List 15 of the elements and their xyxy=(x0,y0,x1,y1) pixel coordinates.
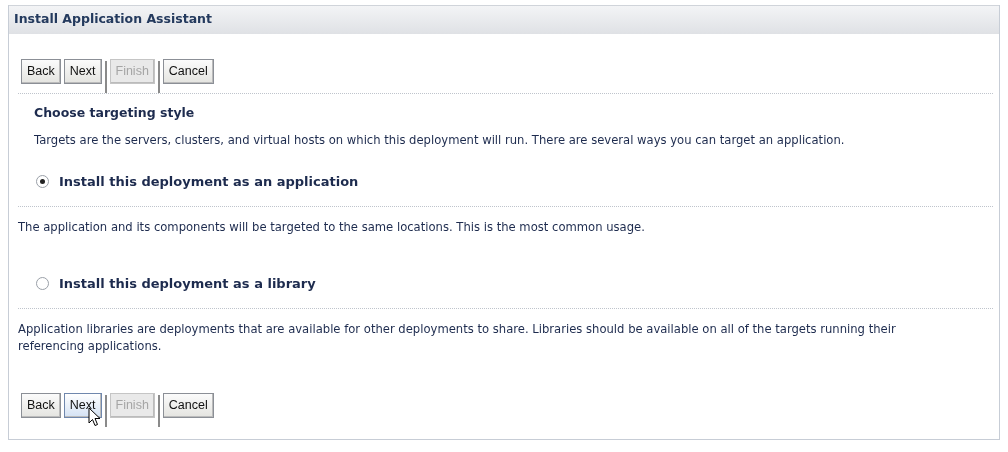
wizard-button[interactable]: Back xyxy=(21,58,61,84)
section-heading: Choose targeting style xyxy=(34,105,196,120)
radio-button[interactable] xyxy=(36,277,49,290)
option-description: The application and its components will be targeted to the same locations. This is the most common usage. xyxy=(18,219,646,236)
radio-button[interactable] xyxy=(36,175,49,188)
wizard-button[interactable]: Cancel xyxy=(162,392,214,418)
wizard-button[interactable]: Cancel xyxy=(162,58,214,84)
option-label[interactable]: Install this deployment as a library xyxy=(59,276,316,291)
wizard-button[interactable]: Back xyxy=(21,392,61,418)
wizard-button[interactable]: Next xyxy=(63,58,102,84)
panel-title: Install Application Assistant xyxy=(9,5,999,34)
wizard-button[interactable]: Next xyxy=(63,392,102,418)
option-label[interactable]: Install this deployment as an application xyxy=(59,174,359,189)
intro-text: Targets are the servers, clusters, and virtual hosts on which this deployment will run. There are several ways you can target an application. xyxy=(34,133,846,147)
option-description: Application libraries are deployments that are available for other deployments to share. Libraries should be available on all of the targets running their referencing applications. xyxy=(18,321,897,355)
